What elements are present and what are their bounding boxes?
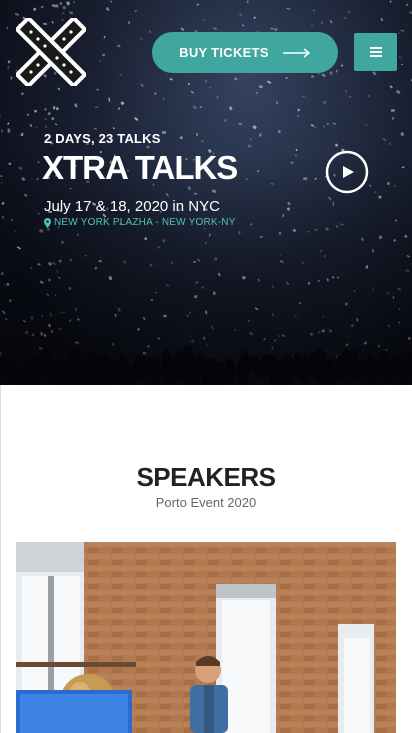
venue-text: NEW YORK PLAZHA - NEW YORK-NY — [54, 217, 236, 228]
speakers-subtitle: Porto Event 2020 — [155, 495, 257, 510]
event-venue[interactable]: NEW YORK PLAZHA - NEW YORK-NY — [44, 217, 236, 228]
buy-tickets-button[interactable]: BUY TICKETS — [152, 32, 338, 73]
hero-eyebrow: 2 DAYS, 23 TALKS — [44, 131, 161, 146]
speaker-photo-illustration — [16, 542, 396, 733]
hamburger-menu-icon — [369, 47, 382, 57]
buy-tickets-label: BUY TICKETS — [179, 45, 269, 60]
hero-section: BUY TICKETS 2 DAYS, 23 TALKS XTRA TALKS … — [0, 0, 412, 385]
play-circle-icon[interactable] — [325, 150, 369, 194]
map-marker-icon — [44, 217, 51, 228]
hero-title: XTRA TALKS — [42, 149, 238, 186]
page-border — [0, 385, 1, 733]
long-arrow-right-icon — [282, 47, 311, 58]
speakers-heading: SPEAKERS — [136, 462, 276, 492]
x-logo-icon[interactable] — [16, 18, 86, 86]
menu-button[interactable] — [354, 33, 397, 71]
event-date: July 17 & 18, 2020 in NYC — [44, 198, 220, 215]
speaker-photo[interactable] — [16, 542, 396, 733]
